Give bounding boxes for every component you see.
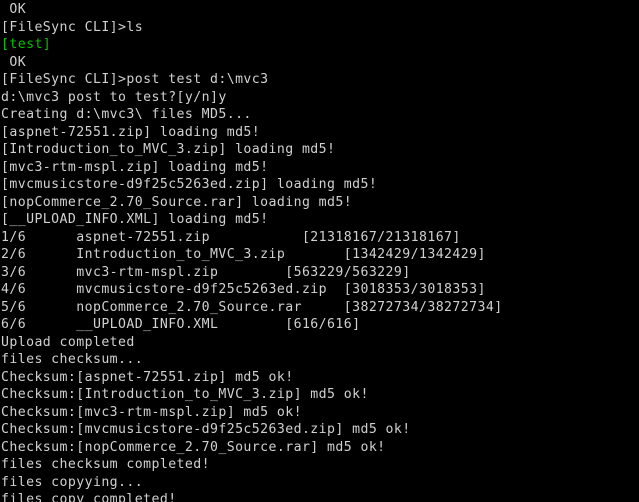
terminal-line: [Introduction_to_MVC_3.zip] loading md5!	[1, 142, 336, 157]
terminal-line: [FileSync CLI]>ls	[1, 19, 144, 35]
terminal-line: Checksum:[aspnet-72551.zip] md5 ok!	[1, 369, 294, 385]
terminal-line: 2/6 Introduction_to_MVC_3.zip [1342429/1…	[1, 247, 486, 262]
terminal-line: [__UPLOAD_INFO.XML] loading md5!	[1, 212, 269, 227]
terminal-line: Creating d:\mvc3\ files MD5...	[1, 107, 252, 122]
terminal-line: files checksum...	[1, 352, 144, 367]
terminal-line: Upload completed	[1, 334, 135, 350]
terminal-line: 5/6 nopCommerce_2.70_Source.rar [3827273…	[1, 299, 503, 315]
terminal-line: files copyying...	[1, 474, 144, 490]
terminal-line: Checksum:[Introduction_to_MVC_3.zip] md5…	[1, 387, 369, 402]
terminal-line: Checksum:[nopCommerce_2.70_Source.rar] m…	[1, 439, 386, 455]
terminal-line: [test]	[1, 37, 52, 52]
terminal-line: Checksum:[mvc3-rtm-mspl.zip] md5 ok!	[1, 404, 302, 420]
terminal-line: files copy completed!	[1, 492, 177, 502]
terminal-line: [nopCommerce_2.70_Source.rar] loading md…	[1, 194, 353, 210]
terminal-output-buffer[interactable]: OK [FileSync CLI]>ls [test] OK [FileSync CL…	[0, 0, 639, 502]
terminal-line: OK	[1, 54, 27, 70]
terminal-line: 3/6 mvc3-rtm-mspl.zip [563229/563229]	[1, 264, 411, 280]
terminal-line: OK	[1, 2, 27, 17]
terminal-line: Checksum:[mvcmusicstore-d9f25c5263ed.zip…	[1, 422, 411, 437]
terminal-line: 6/6 __UPLOAD_INFO.XML [616/616]	[1, 317, 361, 332]
terminal-line: 4/6 mvcmusicstore-d9f25c5263ed.zip [3018…	[1, 282, 486, 297]
terminal-line: d:\mvc3 post to test?[y/n]y	[1, 89, 227, 105]
terminal-line: [aspnet-72551.zip] loading md5!	[1, 124, 261, 140]
terminal-line: [mvc3-rtm-mspl.zip] loading md5!	[1, 159, 269, 175]
terminal-line: [mvcmusicstore-d9f25c5263ed.zip] loading…	[1, 177, 378, 192]
terminal-line: [FileSync CLI]>post test d:\mvc3	[1, 72, 269, 87]
terminal-line: files checksum completed!	[1, 457, 210, 472]
terminal-window[interactable]: OK [FileSync CLI]>ls [test] OK [FileSync CL…	[0, 0, 639, 502]
terminal-line: 1/6 aspnet-72551.zip [21318167/21318167]	[1, 229, 461, 245]
